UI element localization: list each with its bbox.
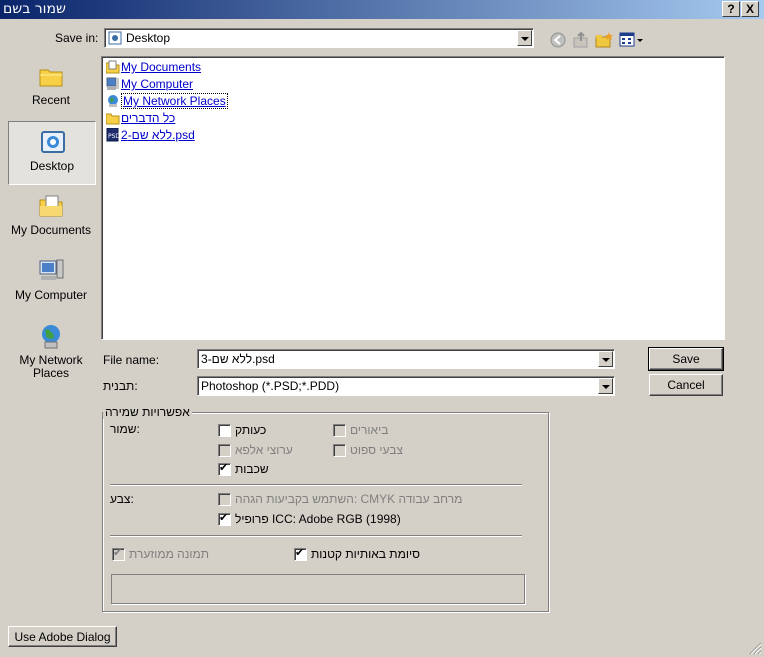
color-label: צבע: (110, 492, 134, 506)
filename-label: File name: (103, 353, 160, 367)
file-name: ללא שם-2.psd (121, 128, 195, 142)
file-name: My Computer (121, 77, 194, 91)
place-recent[interactable]: Recent (8, 56, 94, 118)
save-in-combo[interactable]: Desktop (104, 28, 534, 48)
desktop-icon (41, 131, 65, 153)
recent-folder-icon (39, 69, 63, 87)
format-value: Photoshop (*.PSD;*.PDD) (201, 379, 340, 393)
use-adobe-dialog-button[interactable]: Use Adobe Dialog (8, 626, 117, 647)
network-icon (108, 95, 118, 107)
lowercase-checkbox[interactable] (294, 546, 307, 561)
filename-combo[interactable]: ללא שם-3.psd (197, 349, 615, 369)
view-menu-icon[interactable] (619, 31, 645, 49)
new-folder-icon[interactable] (595, 31, 613, 49)
alpha-checkbox[interactable] (218, 444, 231, 457)
spot-checkbox[interactable] (333, 444, 346, 457)
save-in-label: Save in: (55, 31, 99, 45)
title-bar: שמור בשם ? X (0, 0, 764, 19)
network-places-icon (42, 325, 60, 349)
back-icon[interactable] (549, 31, 567, 49)
place-my-documents[interactable]: My Documents (8, 186, 94, 248)
thumbnail-label: תמונה ממוזערת (129, 547, 210, 561)
svg-text:PSD: PSD (108, 133, 120, 140)
save-options-legend: אפשרויות שמירה (103, 405, 192, 419)
format-combo[interactable]: Photoshop (*.PSD;*.PDD) (197, 376, 615, 396)
folder-docs-icon (106, 60, 120, 74)
copy-checkbox[interactable] (218, 424, 231, 437)
chevron-down-icon[interactable] (517, 30, 532, 46)
icc-checkbox[interactable] (218, 511, 231, 526)
up-folder-icon[interactable] (572, 31, 590, 49)
layers-label: שכבות (235, 462, 269, 476)
annotations-checkbox[interactable] (333, 424, 346, 437)
place-label: My Computer (14, 288, 88, 302)
chevron-down-icon[interactable] (598, 378, 613, 394)
thumbnail-checkbox[interactable] (112, 546, 125, 561)
chevron-down-icon[interactable] (598, 351, 613, 367)
warning-area (111, 574, 525, 604)
close-button[interactable]: X (741, 1, 759, 17)
place-label: Recent (31, 93, 71, 107)
save-label: שמור: (110, 422, 140, 436)
file-name: My Documents (121, 60, 202, 74)
place-label: Desktop (29, 159, 75, 173)
icc-label: פרופיל ICC: Adobe RGB (1998) (235, 512, 401, 526)
divider (110, 535, 522, 537)
help-button[interactable]: ? (722, 1, 740, 17)
place-my-computer[interactable]: My Computer (8, 251, 94, 313)
computer-icon (106, 77, 119, 90)
folder-icon (106, 113, 120, 125)
format-label: תבנית: (103, 379, 138, 393)
layers-checkbox[interactable] (218, 461, 231, 476)
file-list[interactable]: My Documents My Computer My Network Plac… (101, 56, 725, 340)
save-in-value: Desktop (126, 31, 171, 45)
my-documents-icon (39, 195, 63, 217)
place-label: My Documents (10, 223, 92, 237)
place-desktop[interactable]: Desktop (8, 121, 96, 185)
place-label: My Network Places (19, 353, 83, 380)
desktop-small-icon (108, 31, 122, 45)
divider (110, 484, 522, 486)
save-button[interactable]: Save (648, 347, 724, 371)
resize-grip-icon[interactable] (748, 641, 762, 655)
copy-label: כעותק (235, 423, 267, 437)
places-bar: Recent Desktop My Documents My Computer … (8, 56, 96, 386)
annotations-label: ביאורים (350, 423, 389, 437)
my-computer-icon (39, 259, 64, 280)
cmyk-checkbox[interactable] (218, 493, 231, 506)
window-title: שמור בשם (3, 1, 66, 17)
psd-file-icon: PSD (106, 128, 120, 142)
place-network[interactable]: My Network Places (8, 316, 94, 380)
cancel-button[interactable]: Cancel (649, 374, 723, 396)
spot-label: צבעי ספוט (350, 443, 403, 457)
alpha-label: ערוצי אלפא (235, 443, 293, 457)
file-name: כל הדברים (121, 111, 176, 125)
file-name: My Network Places (121, 93, 228, 109)
cmyk-label: השתמש בקביעות הגהה: CMYK מרחב עבודה (235, 492, 463, 506)
lowercase-label: סיומת באותיות קטנות (311, 547, 420, 561)
filename-value: ללא שם-3.psd (201, 352, 275, 366)
